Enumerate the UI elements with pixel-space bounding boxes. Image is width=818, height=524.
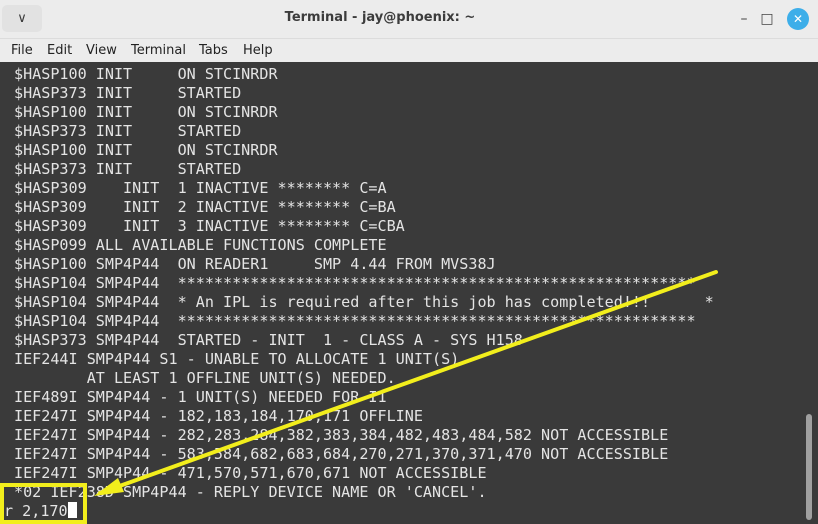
menu-help[interactable]: Help (243, 43, 273, 58)
terminal-line: $HASP309 INIT 1 INACTIVE ******** C=A (14, 179, 387, 197)
terminal-line: $HASP373 INIT STARTED (14, 122, 242, 140)
terminal-line: $HASP104 SMP4P44 ***********************… (14, 274, 696, 292)
terminal-line: $HASP100 INIT ON STCINRDR (14, 141, 278, 159)
terminal-line: $HASP373 INIT STARTED (14, 160, 242, 178)
terminal-line: $HASP373 SMP4P44 STARTED - INIT 1 - CLAS… (14, 331, 523, 349)
terminal-line: $HASP104 SMP4P44 * An IPL is required af… (14, 293, 714, 311)
command-input[interactable]: r 2,170 (4, 502, 68, 520)
terminal-line: $HASP100 INIT ON STCINRDR (14, 103, 278, 121)
scrollbar-thumb[interactable] (806, 414, 812, 520)
menu-bar: File Edit View Terminal Tabs Help (0, 39, 818, 62)
terminal-line: IEF247I SMP4P44 - 471,570,571,670,671 NO… (14, 464, 487, 482)
terminal-input-line[interactable]: r 2,170 (4, 502, 77, 521)
terminal-line: $HASP309 INIT 2 INACTIVE ******** C=BA (14, 198, 396, 216)
terminal-line: $HASP099 ALL AVAILABLE FUNCTIONS COMPLET… (14, 236, 387, 254)
menu-edit[interactable]: Edit (47, 43, 72, 58)
terminal-line: IEF247I SMP4P44 - 282,283,284,382,383,38… (14, 426, 669, 444)
terminal-line: IEF489I SMP4P44 - 1 UNIT(S) NEEDED FOR I… (14, 388, 387, 406)
terminal-line: $HASP100 SMP4P44 ON READER1 SMP 4.44 FRO… (14, 255, 496, 273)
maximize-button[interactable]: □ (756, 8, 778, 30)
close-icon: ✕ (792, 12, 804, 26)
close-button[interactable]: ✕ (787, 8, 809, 30)
terminal-line: IEF247I SMP4P44 - 182,183,184,170,171 OF… (14, 407, 423, 425)
terminal-line: $HASP100 INIT ON STCINRDR (14, 65, 278, 83)
terminal-output[interactable]: $HASP100 INIT ON STCINRDR $HASP373 INIT … (0, 62, 818, 524)
terminal-line: AT LEAST 1 OFFLINE UNIT(S) NEEDED. (14, 369, 396, 387)
window-title: Terminal - jay@phoenix: ~ (284, 10, 476, 25)
menu-tabs[interactable]: Tabs (199, 43, 228, 58)
menu-file[interactable]: File (11, 43, 33, 58)
terminal-line: $HASP373 INIT STARTED (14, 84, 242, 102)
terminal-line: IEF244I SMP4P44 S1 - UNABLE TO ALLOCATE … (14, 350, 460, 368)
minimize-icon: – (740, 11, 748, 27)
menu-terminal[interactable]: Terminal (131, 43, 186, 58)
terminal-line: $HASP104 SMP4P44 ***********************… (14, 312, 696, 330)
menu-view[interactable]: View (86, 43, 117, 58)
title-bar: ∨ Terminal - jay@phoenix: ~ – □ ✕ (0, 0, 818, 39)
terminal-line: $HASP309 INIT 3 INACTIVE ******** C=CBA (14, 217, 405, 235)
maximize-icon: □ (760, 11, 774, 27)
terminal-line: *02 IEF238D SMP4P44 - REPLY DEVICE NAME … (14, 483, 487, 501)
minimize-button[interactable]: – (733, 8, 755, 30)
text-cursor (67, 502, 77, 518)
terminal-line: IEF247I SMP4P44 - 583,584,682,683,684,27… (14, 445, 669, 463)
